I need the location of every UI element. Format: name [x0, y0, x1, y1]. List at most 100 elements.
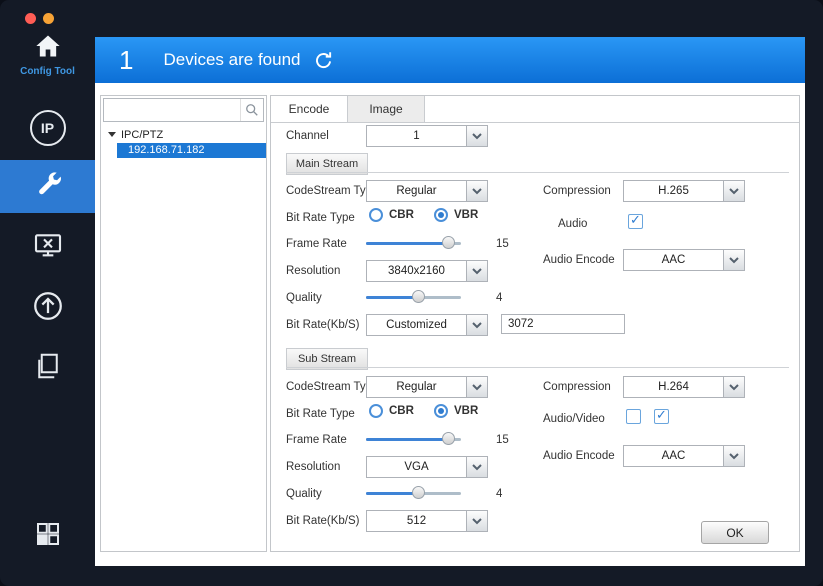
main-codestream-dropdown[interactable]: Regular [366, 180, 488, 202]
sub-bitrate-dropdown[interactable]: 512 [366, 510, 488, 532]
channel-label: Channel [286, 130, 329, 142]
app-logo-label: Config Tool [20, 66, 75, 77]
vbr-label: VBR [454, 405, 479, 417]
main-bitrate-input[interactable] [501, 314, 625, 334]
slider-fill [366, 438, 448, 441]
audio-encode-label: Audio Encode [543, 254, 615, 266]
sidebar: Config Tool IP [0, 0, 95, 586]
chevron-down-icon[interactable] [466, 181, 487, 201]
slider-fill [366, 296, 419, 299]
sidebar-item-upgrade[interactable] [0, 286, 95, 330]
chevron-down-icon[interactable] [466, 457, 487, 477]
main-area: 1 Devices are found IPC/PTZ 192.168.71.1… [95, 37, 805, 566]
search-icon[interactable] [240, 99, 263, 121]
sidebar-item-documents[interactable] [0, 346, 95, 390]
ok-button[interactable]: OK [701, 521, 769, 544]
audio-video-label: Audio/Video [543, 413, 605, 425]
main-audio-encode-dropdown[interactable]: AAC [623, 249, 745, 271]
quality-label: Quality [286, 292, 322, 304]
main-audio-checkbox[interactable] [628, 212, 643, 229]
upgrade-icon [31, 289, 65, 328]
radio-icon[interactable] [369, 404, 383, 418]
sub-compression-value: H.264 [658, 381, 689, 393]
sub-audio-encode-dropdown[interactable]: AAC [623, 445, 745, 467]
main-cbr-radio[interactable]: CBR [369, 208, 414, 222]
audio-label: Audio [558, 218, 588, 230]
sub-audio-checkbox[interactable] [626, 409, 641, 424]
main-compression-dropdown[interactable]: H.265 [623, 180, 745, 202]
sidebar-item-ip[interactable]: IP [0, 106, 95, 150]
main-bitrate-dropdown[interactable]: Customized [366, 314, 488, 336]
radio-icon[interactable] [369, 208, 383, 222]
cbr-label: CBR [389, 405, 414, 417]
apps-grid-icon [33, 519, 63, 554]
sidebar-item-config[interactable] [0, 160, 95, 213]
compression-label: Compression [543, 185, 611, 197]
home-icon [34, 35, 62, 62]
banner-message: Devices are found [163, 50, 301, 69]
slider-thumb[interactable] [412, 290, 426, 303]
sidebar-item-display[interactable] [0, 226, 95, 270]
main-compression-value: H.265 [658, 185, 689, 197]
tree-group-label: IPC/PTZ [121, 128, 164, 141]
slider-thumb[interactable] [441, 432, 455, 445]
cbr-label: CBR [389, 209, 414, 221]
device-list-panel: IPC/PTZ 192.168.71.182 [100, 95, 267, 552]
chevron-down-icon[interactable] [723, 181, 744, 201]
chevron-down-icon[interactable] [723, 250, 744, 270]
sub-resolution-dropdown[interactable]: VGA [366, 456, 488, 478]
frame-rate-label: Frame Rate [286, 434, 347, 446]
sub-compression-dropdown[interactable]: H.264 [623, 376, 745, 398]
main-vbr-radio[interactable]: VBR [434, 208, 478, 222]
chevron-down-icon[interactable] [723, 377, 744, 397]
codestream-type-label: CodeStream Type [286, 381, 379, 393]
sub-cbr-radio[interactable]: CBR [369, 404, 414, 418]
sub-framerate-slider[interactable] [366, 432, 461, 446]
quality-label: Quality [286, 488, 322, 500]
bitrate-label: Bit Rate(Kb/S) [286, 319, 360, 331]
bitrate-type-label: Bit Rate Type [286, 408, 355, 420]
sub-video-checkbox[interactable] [654, 407, 669, 424]
sub-quality-slider[interactable] [366, 486, 461, 500]
display-error-icon [32, 230, 64, 267]
chevron-down-icon[interactable] [723, 446, 744, 466]
main-resolution-dropdown[interactable]: 3840x2160 [366, 260, 488, 282]
frame-rate-label: Frame Rate [286, 238, 347, 250]
divider [286, 367, 789, 368]
main-framerate-slider[interactable] [366, 236, 461, 250]
slider-thumb[interactable] [412, 486, 426, 499]
sub-codestream-dropdown[interactable]: Regular [366, 376, 488, 398]
slider-thumb[interactable] [441, 236, 455, 249]
settings-panel: Encode Image Channel 1 Main Stream CodeS… [270, 95, 800, 552]
sub-bitrate-value: 512 [406, 515, 427, 527]
tree-device-selected[interactable]: 192.168.71.182 [117, 143, 266, 158]
chevron-down-icon[interactable] [466, 261, 487, 281]
main-audio-encode-value: AAC [661, 254, 686, 266]
sub-resolution-value: VGA [404, 461, 429, 473]
chevron-down-icon[interactable] [466, 315, 487, 335]
radio-icon[interactable] [434, 208, 448, 222]
radio-icon[interactable] [434, 404, 448, 418]
chevron-down-icon[interactable] [466, 377, 487, 397]
sub-quality-value: 4 [496, 488, 503, 500]
chevron-down-icon[interactable] [466, 126, 487, 146]
resolution-label: Resolution [286, 461, 341, 473]
main-bitrate-mode: Customized [386, 319, 447, 331]
main-quality-value: 4 [496, 292, 503, 304]
tab-encode[interactable]: Encode [271, 96, 348, 122]
bitrate-type-label: Bit Rate Type [286, 212, 355, 224]
sidebar-item-apps[interactable] [0, 512, 95, 560]
sub-audio-encode-value: AAC [661, 450, 686, 462]
chevron-down-icon[interactable] [466, 511, 487, 531]
search-input[interactable] [104, 101, 240, 119]
sub-vbr-radio[interactable]: VBR [434, 404, 478, 418]
vbr-label: VBR [454, 209, 479, 221]
tab-bar: Encode Image [271, 96, 799, 123]
tree-group-ipc-ptz[interactable]: IPC/PTZ [101, 127, 266, 142]
content-area: IPC/PTZ 192.168.71.182 Encode Image Chan… [95, 83, 805, 566]
refresh-icon[interactable] [313, 50, 334, 71]
tab-image[interactable]: Image [348, 96, 425, 122]
main-resolution-value: 3840x2160 [388, 265, 445, 277]
main-quality-slider[interactable] [366, 290, 461, 304]
channel-dropdown[interactable]: 1 [366, 125, 488, 147]
